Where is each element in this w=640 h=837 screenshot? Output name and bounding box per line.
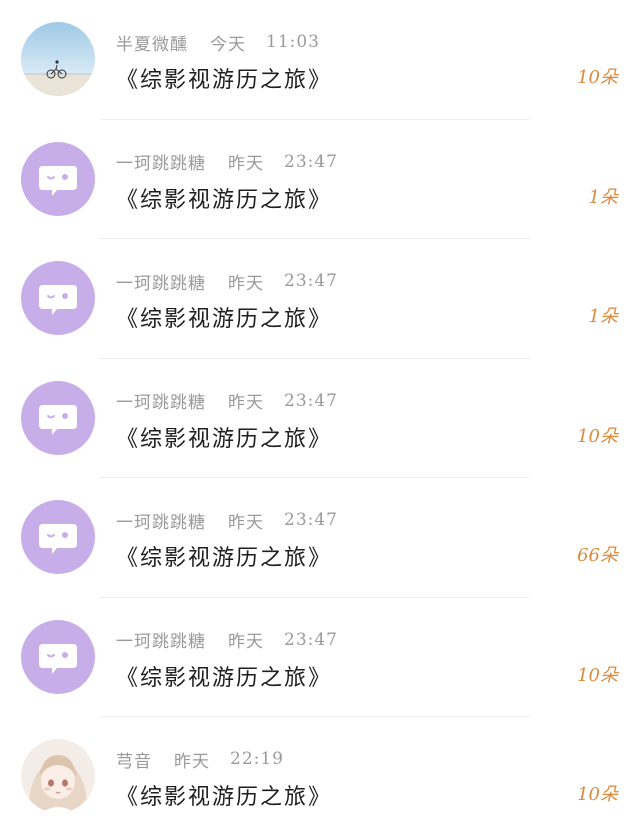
chat-bubble-icon (21, 261, 95, 335)
list-item[interactable]: 一珂跳跳糖 昨天 23:47 《综影视游历之旅》 10朵 (0, 598, 640, 718)
book-title: 《综影视游历之旅》 (116, 426, 333, 452)
avatar[interactable] (21, 261, 95, 335)
gift-amount: 10朵 (577, 784, 618, 805)
avatar[interactable] (21, 22, 95, 96)
sender-name: 芎音 (116, 751, 152, 772)
item-meta: 一珂跳跳糖 昨天 23:47 (116, 628, 338, 653)
sender-name: 一珂跳跳糖 (116, 512, 206, 533)
list-item[interactable]: 一珂跳跳糖 昨天 23:47 《综影视游历之旅》 1朵 (0, 239, 640, 359)
chat-bubble-icon (21, 619, 95, 694)
gift-amount: 10朵 (577, 664, 618, 686)
time-label: 23:47 (284, 510, 338, 530)
list-item[interactable]: 一珂跳跳糖 昨天 23:47 《综影视游历之旅》 10朵 (0, 359, 640, 479)
date-label: 昨天 (228, 273, 264, 294)
time-label: 22:19 (230, 749, 284, 769)
time-label: 23:47 (284, 390, 338, 411)
avatar[interactable] (21, 141, 95, 216)
chat-bubble-icon (21, 500, 95, 574)
list-item[interactable]: 一珂跳跳糖 昨天 23:47 《综影视游历之旅》 1朵 (0, 120, 640, 240)
book-title: 《综影视游历之旅》 (116, 187, 333, 213)
sender-name: 一珂跳跳糖 (116, 393, 206, 413)
list-item[interactable]: 半夏微醺 今天 11:03 《综影视游历之旅》 10朵 (0, 0, 640, 120)
sender-name: 一珂跳跳糖 (116, 632, 206, 652)
time-label: 23:47 (284, 271, 338, 291)
avatar[interactable] (21, 739, 95, 813)
time-label: 23:47 (284, 629, 338, 650)
gift-record-list: 半夏微醺 今天 11:03 《综影视游历之旅》 10朵 一珂跳跳糖 昨天 23:… (0, 0, 640, 837)
date-label: 昨天 (228, 512, 264, 533)
date-label: 昨天 (228, 154, 264, 174)
item-meta: 半夏微醺 今天 11:03 (116, 30, 320, 55)
chat-bubble-icon (21, 141, 95, 216)
item-meta: 一珂跳跳糖 昨天 23:47 (116, 269, 338, 294)
sender-name: 一珂跳跳糖 (116, 273, 206, 294)
date-label: 昨天 (174, 751, 210, 772)
date-label: 今天 (210, 34, 246, 55)
gift-amount: 10朵 (577, 67, 618, 88)
sender-name: 半夏微醺 (116, 34, 188, 55)
time-label: 11:03 (266, 32, 320, 52)
gift-amount: 1朵 (588, 186, 618, 208)
book-title: 《综影视游历之旅》 (116, 307, 333, 332)
item-meta: 芎音 昨天 22:19 (116, 747, 284, 772)
avatar[interactable] (21, 619, 95, 694)
item-meta: 一珂跳跳糖 昨天 23:47 (116, 150, 338, 175)
gift-amount: 1朵 (588, 306, 618, 327)
list-item[interactable]: 芎音 昨天 22:19 《综影视游历之旅》 10朵 (0, 717, 640, 837)
avatar[interactable] (21, 380, 95, 455)
book-title: 《综影视游历之旅》 (116, 785, 333, 810)
item-meta: 一珂跳跳糖 昨天 23:47 (116, 389, 338, 414)
list-item[interactable]: 一珂跳跳糖 昨天 23:47 《综影视游历之旅》 66朵 (0, 478, 640, 598)
avatar[interactable] (21, 500, 95, 574)
time-label: 23:47 (284, 151, 338, 172)
gift-amount: 66朵 (577, 545, 618, 566)
date-label: 昨天 (228, 393, 264, 413)
book-title: 《综影视游历之旅》 (116, 665, 333, 691)
chat-bubble-icon (21, 380, 95, 455)
item-meta: 一珂跳跳糖 昨天 23:47 (116, 508, 338, 533)
date-label: 昨天 (228, 632, 264, 652)
book-title: 《综影视游历之旅》 (116, 546, 333, 571)
sender-name: 一珂跳跳糖 (116, 154, 206, 174)
gift-amount: 10朵 (577, 425, 618, 447)
book-title: 《综影视游历之旅》 (116, 68, 333, 93)
anime-girl-icon (21, 739, 95, 813)
scenic-photo-icon (21, 22, 95, 96)
